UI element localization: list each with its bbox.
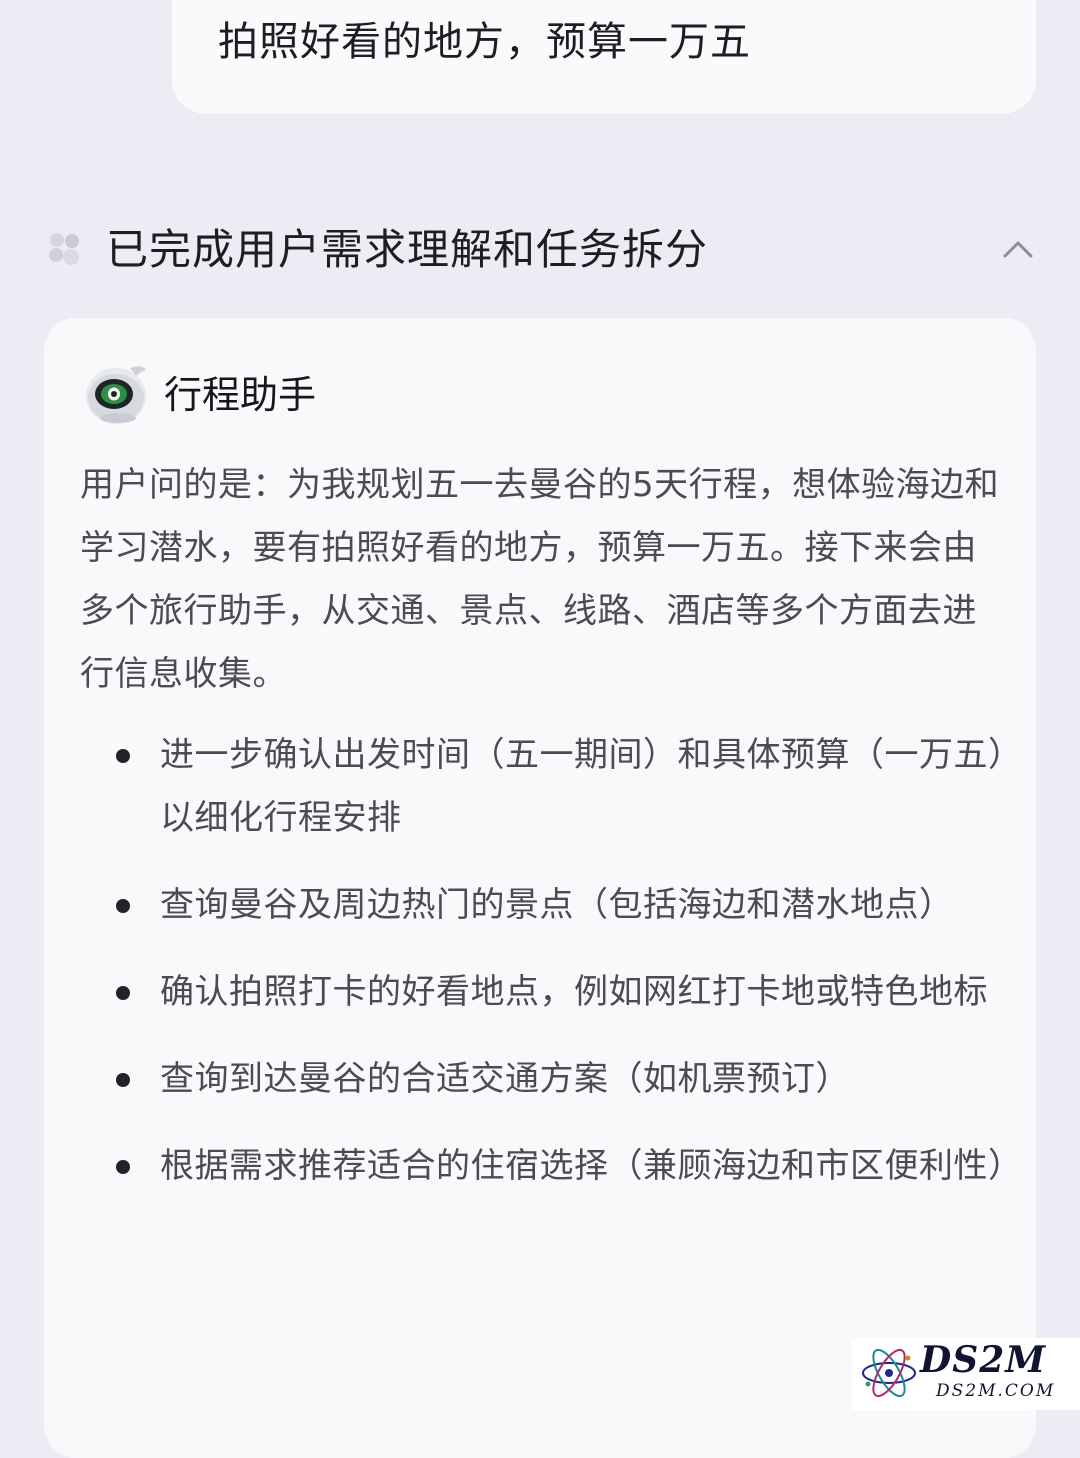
task-list-item: 确认拍照打卡的好看地点，例如网红打卡地或特色地标 [80, 961, 1010, 1024]
task-item-text: 进一步确认出发时间（五一期间）和具体预算（一万五）以细化行程安排 [160, 735, 1006, 838]
task-item-text: 查询到达曼谷的合适交通方案（如机票预订） [160, 1059, 850, 1099]
user-message-text: 拍照好看的地方，预算一万五 [218, 19, 751, 65]
task-list-item: 查询曼谷及周边热门的景点（包括海边和潜水地点） [80, 874, 1010, 937]
task-list-item: 根据需求推荐适合的住宿选择（兼顾海边和市区便利性） [80, 1135, 1022, 1198]
task-status-header[interactable]: 已完成用户需求理解和任务拆分 [0, 212, 1080, 288]
agent-response-card: 行程助手 用户问的是：为我规划五一去曼谷的5天行程，想体验海边和学习潜水，要有拍… [44, 318, 1036, 1458]
user-message-bubble: 拍照好看的地方，预算一万五 [172, 0, 1036, 114]
task-status-text: 已完成用户需求理解和任务拆分 [106, 225, 709, 274]
watermark: DS2M DS2M.COM [852, 1338, 1080, 1410]
robot-avatar-icon [84, 360, 152, 426]
bullet-dot-icon [116, 1160, 130, 1174]
bullet-dot-icon [116, 749, 130, 763]
sparkle-cluster-icon [46, 230, 84, 268]
task-item-text: 查询曼谷及周边热门的景点（包括海边和潜水地点） [160, 885, 954, 925]
atom-logo-icon [860, 1344, 918, 1402]
watermark-brand: DS2M [920, 1339, 1047, 1381]
request-summary-text: 用户问的是：为我规划五一去曼谷的5天行程，想体验海边和学习潜水，要有拍照好看的地… [80, 465, 1000, 694]
task-list: 进一步确认出发时间（五一期间）和具体预算（一万五）以细化行程安排 查询曼谷及周边… [80, 724, 1022, 1222]
bullet-dot-icon [116, 986, 130, 1000]
task-list-item: 查询到达曼谷的合适交通方案（如机票预订） [80, 1048, 1010, 1111]
agent-name: 行程助手 [164, 373, 317, 417]
task-item-text: 确认拍照打卡的好看地点，例如网红打卡地或特色地标 [160, 972, 988, 1012]
watermark-domain: DS2M.COM [936, 1381, 1056, 1401]
chevron-up-icon[interactable] [1000, 234, 1036, 264]
bullet-dot-icon [116, 899, 130, 913]
task-list-item: 进一步确认出发时间（五一期间）和具体预算（一万五）以细化行程安排 [80, 724, 1010, 850]
task-item-text: 根据需求推荐适合的住宿选择（兼顾海边和市区便利性） [160, 1146, 1023, 1186]
bullet-dot-icon [116, 1073, 130, 1087]
